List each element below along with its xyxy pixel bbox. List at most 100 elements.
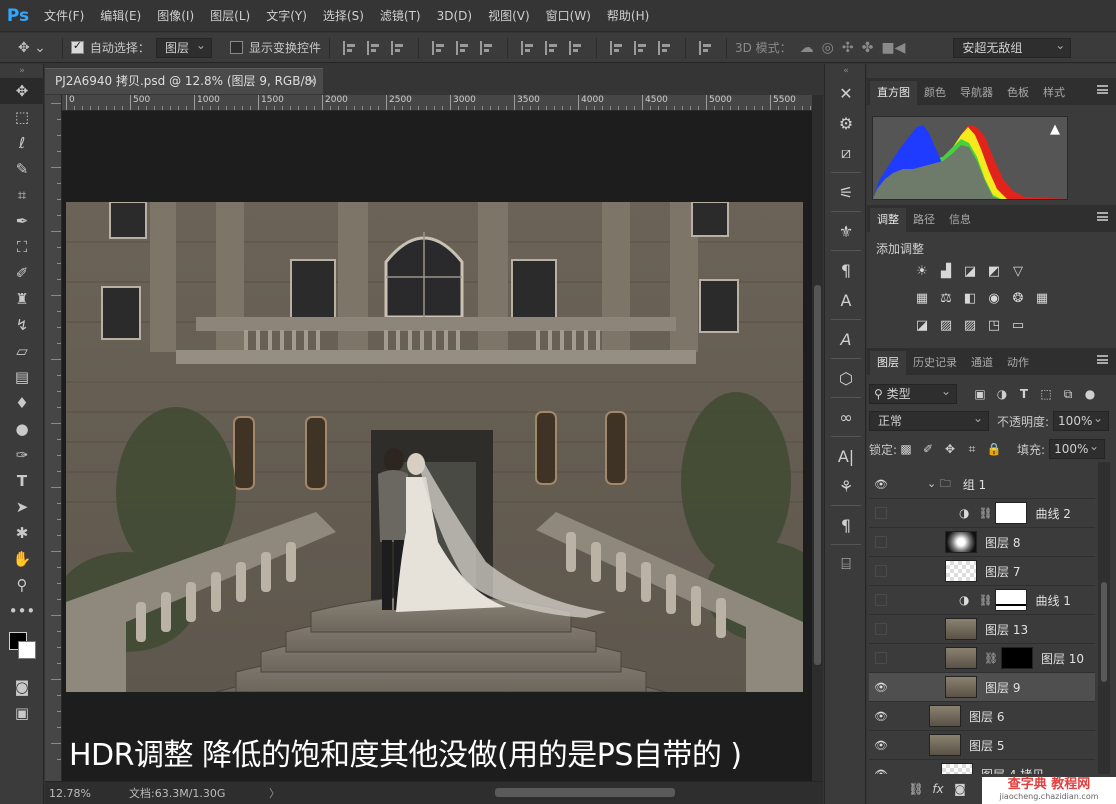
levels-icon[interactable]: ▟	[936, 263, 956, 279]
scrollbar-thumb[interactable]	[1101, 582, 1107, 682]
layer-thumbnail[interactable]	[945, 618, 977, 640]
layer-row[interactable]: 👁◑⛓曲线 1	[869, 586, 1095, 615]
paragraph-styles-icon[interactable]: ¶	[825, 510, 867, 540]
menu-edit[interactable]: 编辑(E)	[92, 0, 149, 32]
quick-select-tool-icon[interactable]: ✎	[0, 156, 44, 182]
paragraph-icon[interactable]: ¶	[825, 255, 867, 285]
mask-link-icon[interactable]: ⛓	[984, 652, 998, 665]
layer-row[interactable]: 👁⛓图层 10	[869, 644, 1095, 673]
menu-filter[interactable]: 滤镜(T)	[372, 0, 429, 32]
layer-comps-icon[interactable]: ⌸	[825, 549, 867, 579]
menu-select[interactable]: 选择(S)	[315, 0, 372, 32]
blur-tool-icon[interactable]: ♦	[0, 390, 44, 416]
align-right-icon[interactable]	[479, 40, 494, 55]
auto-select-dropdown[interactable]: 图层	[155, 36, 212, 58]
zoom-tool-icon[interactable]: ⚲	[0, 572, 44, 598]
brightness-icon[interactable]: ☀	[912, 263, 932, 279]
panel-menu-icon[interactable]	[1097, 212, 1108, 221]
visibility-toggle-box[interactable]	[875, 623, 887, 635]
workspace-dropdown[interactable]: 安超无敌组	[953, 36, 1072, 58]
auto-align-icon[interactable]	[698, 40, 713, 55]
curves-icon[interactable]: ◪	[960, 263, 980, 279]
hue-saturation-icon[interactable]: ▦	[912, 290, 932, 306]
move-tool-icon[interactable]: ✥	[0, 78, 44, 104]
tab-channels[interactable]: 通道	[964, 351, 1000, 375]
blend-mode-dropdown[interactable]: 正常	[869, 409, 989, 431]
clone-source-icon[interactable]: ⚜	[825, 216, 867, 246]
layer-style-icon[interactable]: fx	[929, 781, 947, 797]
stamp-tool-icon[interactable]: ♜	[0, 286, 44, 312]
brush-preset-icon[interactable]: ⧄	[825, 138, 867, 168]
show-transform-checkbox[interactable]	[229, 41, 243, 54]
lasso-tool-icon[interactable]: ℓ	[0, 130, 44, 156]
tab-styles[interactable]: 样式	[1036, 81, 1072, 105]
layer-kind-filter[interactable]: ⚲ 类型	[869, 382, 957, 404]
type-tool-icon[interactable]: T	[0, 468, 44, 494]
menu-image[interactable]: 图像(I)	[149, 0, 202, 32]
layer-mask-thumbnail[interactable]	[1000, 647, 1033, 669]
crop-tool-icon[interactable]: ⌗	[0, 182, 44, 208]
history-brush-icon[interactable]: ↯	[0, 312, 44, 338]
panel-menu-icon[interactable]	[1097, 355, 1108, 364]
eraser-tool-icon[interactable]: ▱	[0, 338, 44, 364]
tool-presets-icon[interactable]: ⚘	[825, 471, 867, 501]
lock-all-icon[interactable]: 🔒	[985, 441, 1003, 457]
visibility-toggle-box[interactable]	[875, 652, 887, 664]
distribute-bottom-icon[interactable]	[568, 40, 583, 55]
layer-row[interactable]: 👁 图层 9	[869, 673, 1095, 702]
background-color[interactable]	[18, 641, 36, 659]
filter-type-icon[interactable]: T	[1015, 386, 1033, 402]
layer-mask-thumbnail[interactable]	[995, 589, 1028, 611]
pen-tool-icon[interactable]: ✑	[0, 442, 44, 468]
exposure-icon[interactable]: ◩	[984, 263, 1004, 279]
mask-link-icon[interactable]: ⛓	[978, 507, 992, 520]
menu-3d[interactable]: 3D(D)	[429, 0, 480, 32]
layer-thumbnail[interactable]	[945, 531, 977, 553]
3d-cube-icon[interactable]: ⬡	[825, 363, 867, 393]
zoom-level[interactable]: 12.78%	[45, 787, 115, 800]
close-tab-icon[interactable]: ×	[307, 69, 317, 94]
link-layers-icon[interactable]: ⛓	[907, 781, 925, 797]
selective-color-icon[interactable]: ◳	[984, 317, 1004, 333]
panel-menu-icon[interactable]	[1097, 85, 1108, 94]
distribute-left-icon[interactable]	[609, 40, 624, 55]
layer-row[interactable]: 👁图层 7	[869, 557, 1095, 586]
visibility-eye-icon[interactable]: 👁	[869, 710, 893, 723]
3d-scale-icon[interactable]: ■◀	[881, 40, 905, 56]
path-select-tool-icon[interactable]: ➤	[0, 494, 44, 520]
align-top-icon[interactable]	[342, 40, 357, 55]
lock-transparent-icon[interactable]: ▩	[897, 441, 915, 457]
visibility-eye-icon[interactable]: 👁	[869, 739, 893, 752]
libraries-icon[interactable]: ∞	[825, 402, 867, 432]
align-bottom-icon[interactable]	[390, 40, 405, 55]
filter-toggle-icon[interactable]: ●	[1081, 386, 1099, 402]
lock-artboard-icon[interactable]: ⌗	[963, 441, 981, 457]
properties-icon[interactable]: ⚙	[825, 108, 867, 138]
auto-select-checkbox[interactable]	[70, 39, 84, 54]
mask-link-icon[interactable]: ⛓	[978, 594, 992, 607]
tab-history[interactable]: 历史记录	[906, 351, 964, 375]
horizontal-scrollbar-thumb[interactable]	[495, 788, 675, 797]
3d-drag-icon[interactable]: ✣	[842, 40, 854, 56]
lock-pixels-icon[interactable]: ✐	[919, 441, 937, 457]
visibility-toggle-box[interactable]	[875, 565, 887, 577]
layer-mask-thumbnail[interactable]	[995, 502, 1028, 524]
quick-mask-icon[interactable]: ◙	[0, 674, 44, 700]
menu-view[interactable]: 视图(V)	[480, 0, 538, 32]
visibility-toggle-box[interactable]	[875, 594, 887, 606]
posterize-icon[interactable]: ▨	[936, 317, 956, 333]
document-tab[interactable]: PJ2A6940 拷贝.psd @ 12.8% (图层 9, RGB/8) * …	[45, 68, 323, 113]
visibility-toggle-box[interactable]	[875, 507, 887, 519]
visibility-eye-icon[interactable]: 👁	[869, 681, 893, 694]
move-tool-icon[interactable]: ✥ ⌄	[18, 40, 46, 56]
layer-row[interactable]: 👁◑⛓曲线 2	[869, 499, 1095, 528]
tab-layers[interactable]: 图层	[870, 351, 906, 375]
tab-info[interactable]: 信息	[942, 208, 978, 232]
visibility-toggle-box[interactable]	[875, 536, 887, 548]
character-styles-icon[interactable]: A|	[825, 441, 867, 471]
tools-x-icon[interactable]: ✕	[825, 78, 867, 108]
layer-row[interactable]: 👁图层 13	[869, 615, 1095, 644]
layer-thumbnail[interactable]	[929, 705, 961, 727]
distribute-top-icon[interactable]	[520, 40, 535, 55]
color-lookup-icon[interactable]: ▦	[1032, 290, 1052, 306]
